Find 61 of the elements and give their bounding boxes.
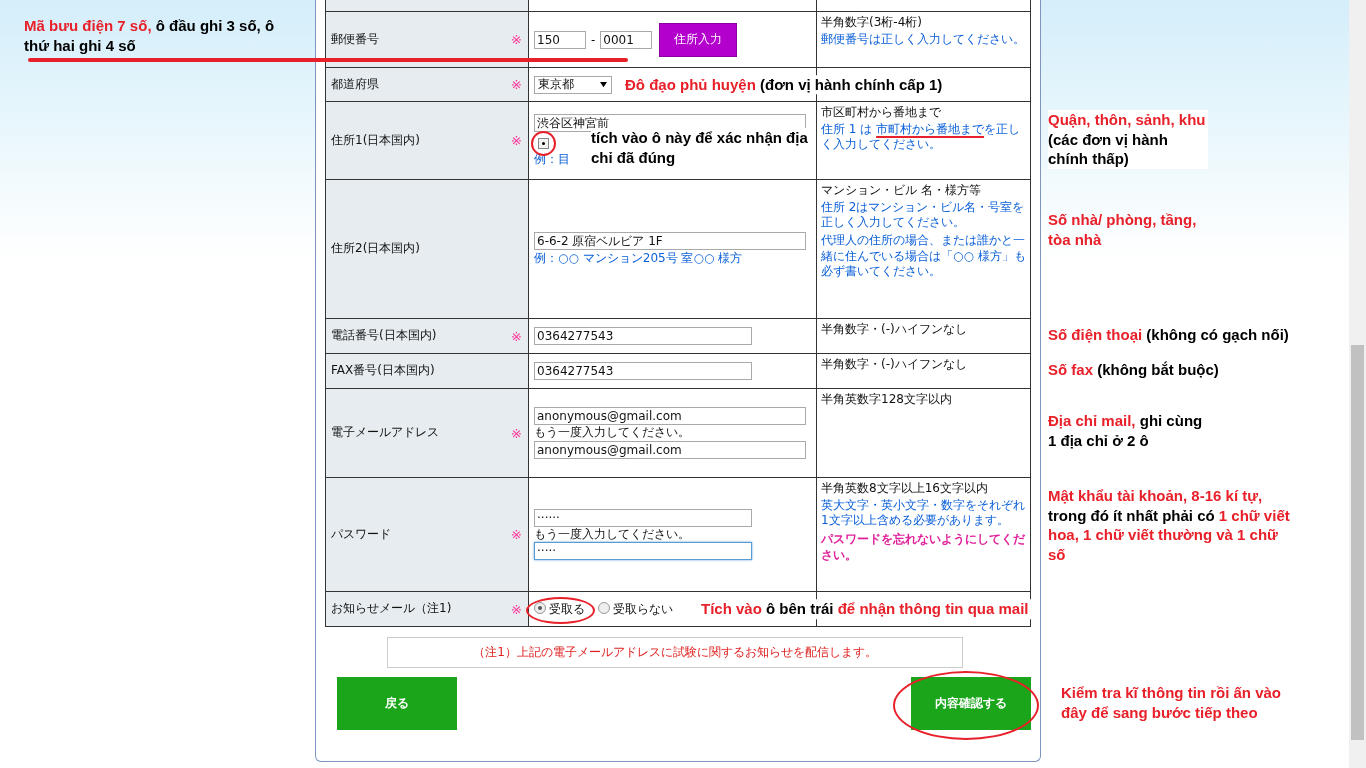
note-text: 半角数字・(-)ハイフンなし xyxy=(821,323,968,337)
footnote-text: （注1）上記の電子メールアドレスに試験に関するお知らせを配信します。 xyxy=(387,637,963,669)
text-input[interactable]: anonymous@gmail.com xyxy=(534,407,806,426)
required-mark: ※ xyxy=(511,328,522,344)
prefecture-select[interactable]: 東京都 xyxy=(534,75,612,94)
required-mark: ※ xyxy=(511,32,522,47)
example-text: 例：○○ マンション205号 室○○ 様方 xyxy=(534,252,743,266)
separator-text: - xyxy=(591,32,596,47)
annotation-text: Mã bưu điện 7 số, ô đầu ghi 3 số, ô thứ hai ghi 4 số xyxy=(24,16,276,55)
field-label: 郵便番号 xyxy=(331,32,379,47)
note-text: 半角数字・(-)ハイフンなし xyxy=(821,358,968,372)
note-text: 半角数字(3桁-4桁) xyxy=(821,16,923,30)
annotation-text: Số fax (không bắt buộc) xyxy=(1048,360,1219,380)
required-mark: ※ xyxy=(511,527,522,542)
hint-text: 英大文字・英小文字・数字をそれぞれ1文字以上含める必要があります。 xyxy=(821,497,1026,529)
annotation-text: Quận, thôn, sảnh, khu (các đơn vị hành chính thấp) xyxy=(1048,110,1208,169)
field-label: 電子メールアドレス xyxy=(331,426,439,440)
text-input[interactable]: ····· xyxy=(534,542,752,561)
required-mark: ※ xyxy=(511,425,522,441)
postal-code-input[interactable]: 0001 xyxy=(600,30,653,49)
annotation-text: Số điện thoại (không có gạch nối) xyxy=(1048,325,1289,345)
scrollbar-thumb[interactable] xyxy=(1351,345,1364,740)
hint-text: 住所 1 は 市町村から番地までを正しく入力してください。 xyxy=(821,121,1022,153)
radio-option[interactable]: 受取る xyxy=(534,601,585,617)
required-mark: ※ xyxy=(511,133,522,148)
note-text: 市区町村から番地まで xyxy=(821,106,942,120)
caret-icon xyxy=(599,81,608,88)
annotation-text: Mật khẩu tài khoản, 8-16 kí tự, trong đó ít nhất phải có 1 chữ viết hoa, 1 chữ viết thường và 1 chữ số xyxy=(1048,486,1291,564)
text-input[interactable]: anonymous@gmail.com xyxy=(534,440,806,459)
hint-text: 代理人の住所の場合、または誰かと一緒に住んでいる場合は「○○ 様方」も必ず書いてください。 xyxy=(821,233,1026,280)
field-label: 電話番号(日本国内) xyxy=(331,329,437,343)
address-input[interactable]: 6-6-2 原宿ベルビア 1F xyxy=(534,232,806,251)
warning-text: パスワードを忘れないようにしてください。 xyxy=(821,532,1026,564)
field-label: 住所1(日本国内) xyxy=(331,133,420,148)
scrollbar[interactable] xyxy=(1349,0,1366,768)
checkbox[interactable] xyxy=(538,138,549,150)
text-input[interactable]: ······ xyxy=(534,508,752,527)
annotation-text: Địa chỉ mail, ghi cùng 1 địa chỉ ở 2 ô xyxy=(1048,411,1204,450)
annotation-text: Số nhà/ phòng, tầng, tòa nhà xyxy=(1048,210,1198,249)
note-text: 半角英数字128文字以内 xyxy=(821,393,953,407)
required-mark: ※ xyxy=(511,77,522,92)
phone-number-input[interactable]: 0364277543 xyxy=(534,362,752,380)
field-label: 都道府県 xyxy=(331,77,379,92)
reenter-caption: もう一度入力してください。 xyxy=(534,527,690,542)
annotation-text: Tích vào ô bên trái để nhận thông tin qua mail xyxy=(699,599,1031,619)
field-label: パスワード xyxy=(331,527,391,542)
field-label: お知らせメール（注1) xyxy=(331,602,452,616)
field-label: FAX番号(日本国内) xyxy=(331,364,435,378)
reenter-caption: もう一度入力してください。 xyxy=(534,426,690,440)
note-text: マンション・ビル 名・様方等 xyxy=(821,184,982,198)
hint-text: 住所 2はマンション・ビル名・号室を正しく入力してください。 xyxy=(821,199,1026,231)
required-mark: ※ xyxy=(511,601,522,617)
hint-text: 郵便番号は正しく入力してください。 xyxy=(821,31,1026,48)
radio-option[interactable]: 受取らない xyxy=(598,601,673,617)
postal-code-input[interactable]: 150 xyxy=(534,30,586,49)
annotation-text: Kiểm tra kĩ thông tin rồi ấn vào đây để sang bước tiếp theo xyxy=(1061,683,1283,723)
note-text: 半角英数8文字以上16文字以内 xyxy=(821,482,989,496)
field-label: 住所2(日本国内) xyxy=(331,242,420,256)
annotation-ellipse xyxy=(526,596,595,624)
phone-number-input[interactable]: 0364277543 xyxy=(534,327,752,345)
address-lookup-button[interactable]: 住所入力 xyxy=(659,22,738,57)
